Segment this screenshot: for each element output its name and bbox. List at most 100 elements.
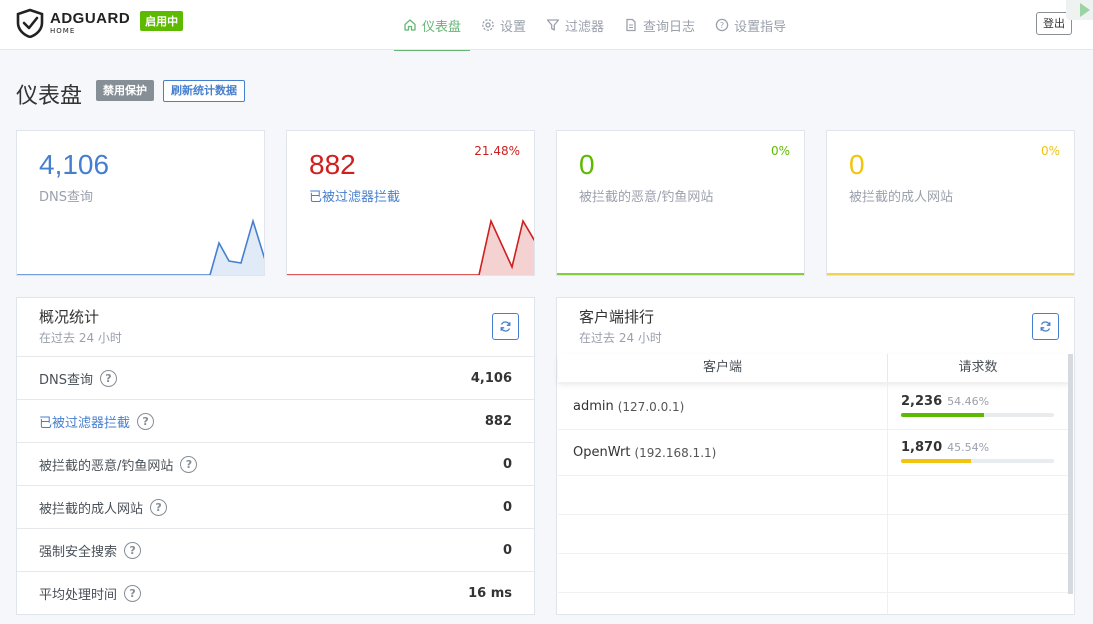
stat-row-blocked-filters: 已被过滤器拦截? 882 (17, 399, 534, 442)
play-triangle-icon (1080, 3, 1090, 17)
table-row[interactable]: admin (127.0.0.1) 2,236 54.46% (558, 383, 1068, 429)
dns-queries-card: 4,106 DNS查询 (16, 130, 265, 276)
help-icon[interactable]: ? (100, 369, 117, 387)
stat-row-label: DNS查询? (39, 369, 117, 388)
blocked-malware-label: 被拦截的恶意/钓鱼网站 (579, 190, 714, 205)
column-header-client[interactable]: 客户端 (558, 354, 888, 382)
nav-filters[interactable]: 过滤器 (536, 0, 614, 50)
blocked-malware-sparkline (557, 273, 804, 275)
stat-row-label-text: 强制安全搜索 (39, 544, 118, 560)
column-header-requests[interactable]: 请求数 (888, 354, 1068, 382)
client-ip: (192.168.1.1) (634, 445, 717, 460)
stat-row-value: 4,106 (470, 370, 512, 386)
client-cell: admin (127.0.0.1) (558, 384, 888, 429)
blocked-adult-label: 被拦截的成人网站 (849, 190, 954, 205)
stat-row-value: 16 ms (468, 585, 512, 601)
help-icon[interactable]: ? (180, 455, 198, 473)
stat-row-label-text: 被拦截的成人网站 (39, 501, 144, 517)
home-icon (404, 19, 416, 31)
stat-row-value: 0 (502, 499, 512, 515)
blocked-filters-sparkline (287, 218, 534, 275)
stat-row-label[interactable]: 已被过滤器拦截? (39, 412, 155, 431)
stat-row-label-text: 已被过滤器拦截 (39, 415, 131, 431)
disable-protection-button[interactable]: 禁用保护 (96, 80, 154, 101)
table-row[interactable]: OpenWrt (192.168.1.1) 1,870 45.54% (558, 429, 1068, 475)
stat-row-safe-search: 强制安全搜索? 0 (17, 528, 534, 571)
top-clients-subtitle: 在过去 24 小时 (579, 331, 662, 345)
help-icon[interactable]: ? (124, 541, 142, 559)
blocked-malware-card: 0% 0 被拦截的恶意/钓鱼网站 (556, 130, 805, 276)
table-scrollbar[interactable] (1068, 354, 1073, 594)
dns-queries-value: 4,106 (39, 149, 110, 180)
clients-table-header: 客户端 请求数 (558, 354, 1068, 382)
nav-dashboard-label: 仪表盘 (422, 19, 462, 35)
document-icon (626, 18, 636, 32)
top-clients-title: 客户端排行 (579, 308, 655, 326)
stat-row-label: 被拦截的成人网站? (39, 498, 168, 517)
main-nav: 仪表盘 设置 过滤器 查询日志 ? 设置指导 (393, 0, 796, 51)
help-icon[interactable]: ? (150, 498, 168, 516)
stat-row-label-text: 被拦截的恶意/钓鱼网站 (39, 458, 174, 474)
blocked-adult-percent: 0% (1040, 144, 1060, 158)
blocked-adult-sparkline (827, 273, 1074, 275)
empty-cell (888, 515, 1068, 553)
blocked-adult-value: 0 (849, 149, 865, 180)
stat-row-dns-queries: DNS查询? 4,106 (17, 356, 534, 399)
stat-row-blocked-adult: 被拦截的成人网站? 0 (17, 485, 534, 528)
svg-text:?: ? (720, 21, 724, 30)
filter-icon (546, 19, 560, 31)
empty-row (558, 592, 1068, 614)
stat-row-blocked-malware: 被拦截的恶意/钓鱼网站? 0 (17, 442, 534, 485)
client-ip: (127.0.0.1) (617, 399, 685, 414)
requests-cell: 2,236 54.46% (888, 384, 1068, 429)
top-header: ADGUARD HOME 启用中 仪表盘 设置 过滤器 查询日志 ? 设置指导 … (0, 0, 1093, 51)
blocked-malware-value: 0 (579, 149, 595, 180)
corner-widget[interactable] (1066, 0, 1093, 20)
empty-cell (888, 476, 1068, 514)
nav-query-log[interactable]: 查询日志 (614, 0, 705, 50)
logo-name: ADGUARD (50, 10, 131, 27)
page-title: 仪表盘 (16, 84, 83, 109)
help-icon[interactable]: ? (124, 584, 142, 602)
help-icon[interactable]: ? (137, 412, 155, 430)
help-circle-icon: ? (715, 18, 729, 32)
refresh-stats-button[interactable]: 刷新统计数据 (163, 80, 245, 102)
adguard-logo[interactable]: ADGUARD HOME 启用中 (16, 8, 184, 38)
dns-queries-label: DNS查询 (39, 190, 93, 205)
nav-setup-guide[interactable]: ? 设置指导 (705, 0, 796, 50)
refresh-icon (1040, 321, 1051, 332)
empty-cell (888, 593, 1068, 614)
top-clients-panel: 客户端排行 在过去 24 小时 客户端 请求数 admin (127.0.0.1… (556, 297, 1075, 615)
blocked-filters-value: 882 (309, 149, 356, 180)
stat-row-value: 882 (484, 413, 512, 429)
request-percent: 45.54% (947, 441, 990, 454)
shield-check-icon (16, 8, 44, 38)
requests-cell: 1,870 45.54% (888, 430, 1068, 475)
empty-cell (888, 554, 1068, 592)
request-bar (901, 459, 1054, 463)
client-cell: OpenWrt (192.168.1.1) (558, 430, 888, 475)
stat-row-label-text: DNS查询 (39, 372, 93, 388)
general-statistics-subtitle: 在过去 24 小时 (39, 331, 122, 345)
request-count: 1,870 (901, 440, 943, 455)
request-count: 2,236 (901, 394, 943, 409)
logo-text: ADGUARD HOME (50, 11, 130, 35)
stat-row-label: 平均处理时间? (39, 584, 142, 603)
client-name: OpenWrt (573, 445, 631, 460)
blocked-adult-card: 0% 0 被拦截的成人网站 (826, 130, 1075, 276)
stat-row-label-text: 平均处理时间 (39, 587, 118, 603)
stat-row-value: 0 (502, 542, 512, 558)
general-refresh-button[interactable] (492, 313, 519, 340)
empty-row (558, 475, 1068, 514)
request-bar (901, 413, 1054, 417)
clients-refresh-button[interactable] (1032, 313, 1059, 340)
empty-row (558, 553, 1068, 592)
stat-row-avg-processing-time: 平均处理时间? 16 ms (17, 571, 534, 614)
blocked-filters-card: 21.48% 882 已被过滤器拦截 (286, 130, 535, 276)
nav-settings[interactable]: 设置 (471, 0, 536, 50)
blocked-filters-percent: 21.48% (474, 144, 520, 158)
nav-query-log-label: 查询日志 (643, 19, 696, 35)
nav-dashboard[interactable]: 仪表盘 (393, 0, 471, 51)
logo-subtitle: HOME (50, 27, 76, 35)
empty-cell (558, 515, 888, 553)
